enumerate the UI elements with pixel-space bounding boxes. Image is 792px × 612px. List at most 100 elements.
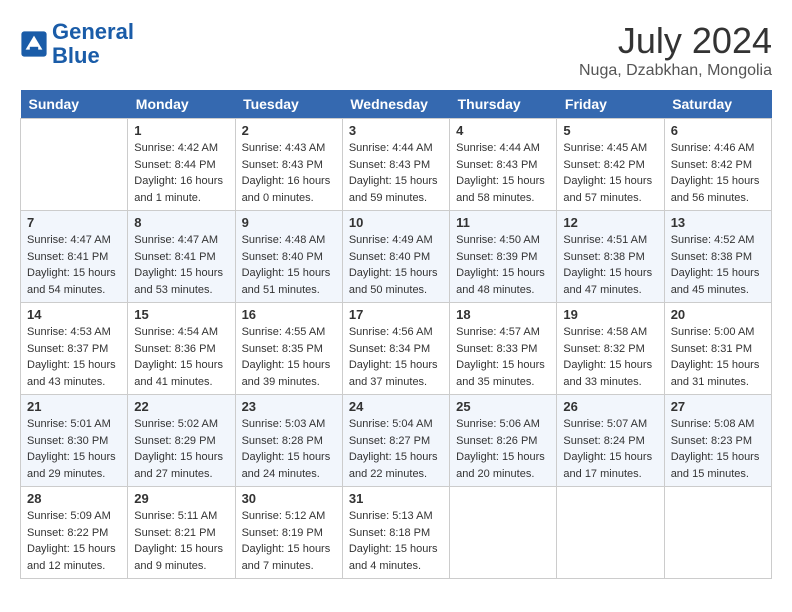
day-number: 3 [349, 123, 443, 138]
day-info: Sunrise: 5:02 AM Sunset: 8:29 PM Dayligh… [134, 416, 228, 482]
day-info: Sunrise: 5:04 AM Sunset: 8:27 PM Dayligh… [349, 416, 443, 482]
calendar-cell: 6 Sunrise: 4:46 AM Sunset: 8:42 PM Daylig… [664, 119, 771, 211]
day-info: Sunrise: 5:08 AM Sunset: 8:23 PM Dayligh… [671, 416, 765, 482]
calendar-cell: 16 Sunrise: 4:55 AM Sunset: 8:35 PM Dayli… [235, 303, 342, 395]
calendar-cell: 9Sunrise: 4:48 AM Sunset: 8:40 PM Daylig… [235, 211, 342, 303]
calendar-cell: 29 Sunrise: 5:11 AM Sunset: 8:21 PM Dayli… [128, 487, 235, 579]
day-number: 26 [563, 399, 657, 414]
day-number: 18 [456, 307, 550, 322]
day-info: Sunrise: 4:42 AM Sunset: 8:44 PM Dayligh… [134, 140, 228, 206]
day-number: 27 [671, 399, 765, 414]
day-number: 16 [242, 307, 336, 322]
day-info: Sunrise: 5:06 AM Sunset: 8:26 PM Dayligh… [456, 416, 550, 482]
day-info: Sunrise: 5:13 AM Sunset: 8:18 PM Dayligh… [349, 508, 443, 574]
day-number: 28 [27, 491, 121, 506]
calendar-header-row: SundayMondayTuesdayWednesdayThursdayFrid… [21, 90, 772, 119]
calendar-cell: 23Sunrise: 5:03 AM Sunset: 8:28 PM Dayli… [235, 395, 342, 487]
day-info: Sunrise: 4:47 AM Sunset: 8:41 PM Dayligh… [27, 232, 121, 298]
header-day-sunday: Sunday [21, 90, 128, 119]
day-number: 1 [134, 123, 228, 138]
day-number: 4 [456, 123, 550, 138]
calendar-cell: 15 Sunrise: 4:54 AM Sunset: 8:36 PM Dayli… [128, 303, 235, 395]
calendar-cell: 28 Sunrise: 5:09 AM Sunset: 8:22 PM Dayli… [21, 487, 128, 579]
calendar-cell [664, 487, 771, 579]
day-info: Sunrise: 4:43 AM Sunset: 8:43 PM Dayligh… [242, 140, 336, 206]
day-info: Sunrise: 4:44 AM Sunset: 8:43 PM Dayligh… [456, 140, 550, 206]
day-number: 14 [27, 307, 121, 322]
calendar-cell: 10 Sunrise: 4:49 AM Sunset: 8:40 PM Dayli… [342, 211, 449, 303]
day-number: 20 [671, 307, 765, 322]
calendar-cell: 18 Sunrise: 4:57 AM Sunset: 8:33 PM Dayli… [450, 303, 557, 395]
day-number: 2 [242, 123, 336, 138]
calendar-cell [557, 487, 664, 579]
calendar-cell: 5 Sunrise: 4:45 AM Sunset: 8:42 PM Daylig… [557, 119, 664, 211]
day-number: 31 [349, 491, 443, 506]
logo-text: General Blue [52, 20, 134, 68]
header-day-wednesday: Wednesday [342, 90, 449, 119]
day-info: Sunrise: 4:56 AM Sunset: 8:34 PM Dayligh… [349, 324, 443, 390]
calendar-cell: 19Sunrise: 4:58 AM Sunset: 8:32 PM Dayli… [557, 303, 664, 395]
day-info: Sunrise: 4:45 AM Sunset: 8:42 PM Dayligh… [563, 140, 657, 206]
day-number: 24 [349, 399, 443, 414]
day-info: Sunrise: 5:07 AM Sunset: 8:24 PM Dayligh… [563, 416, 657, 482]
calendar-cell: 26 Sunrise: 5:07 AM Sunset: 8:24 PM Dayli… [557, 395, 664, 487]
logo-line1: General [52, 19, 134, 44]
page-header: General Blue July 2024 Nuga, Dzabkhan, M… [20, 20, 772, 80]
day-info: Sunrise: 4:58 AM Sunset: 8:32 PM Dayligh… [563, 324, 657, 390]
calendar-cell: 21Sunrise: 5:01 AM Sunset: 8:30 PM Dayli… [21, 395, 128, 487]
day-number: 7 [27, 215, 121, 230]
day-number: 15 [134, 307, 228, 322]
day-number: 29 [134, 491, 228, 506]
week-row-5: 28 Sunrise: 5:09 AM Sunset: 8:22 PM Dayli… [21, 487, 772, 579]
day-info: Sunrise: 4:47 AM Sunset: 8:41 PM Dayligh… [134, 232, 228, 298]
calendar-cell [450, 487, 557, 579]
calendar-cell: 14 Sunrise: 4:53 AM Sunset: 8:37 PM Dayli… [21, 303, 128, 395]
day-info: Sunrise: 4:57 AM Sunset: 8:33 PM Dayligh… [456, 324, 550, 390]
day-info: Sunrise: 4:55 AM Sunset: 8:35 PM Dayligh… [242, 324, 336, 390]
day-number: 21 [27, 399, 121, 414]
calendar-cell: 25Sunrise: 5:06 AM Sunset: 8:26 PM Dayli… [450, 395, 557, 487]
day-info: Sunrise: 4:54 AM Sunset: 8:36 PM Dayligh… [134, 324, 228, 390]
day-number: 9 [242, 215, 336, 230]
calendar-cell: 1 Sunrise: 4:42 AM Sunset: 8:44 PM Daylig… [128, 119, 235, 211]
header-day-thursday: Thursday [450, 90, 557, 119]
day-info: Sunrise: 4:53 AM Sunset: 8:37 PM Dayligh… [27, 324, 121, 390]
location-title: Nuga, Dzabkhan, Mongolia [579, 62, 772, 80]
day-info: Sunrise: 4:46 AM Sunset: 8:42 PM Dayligh… [671, 140, 765, 206]
day-number: 23 [242, 399, 336, 414]
month-title: July 2024 [579, 20, 772, 62]
week-row-2: 7 Sunrise: 4:47 AM Sunset: 8:41 PM Daylig… [21, 211, 772, 303]
day-number: 10 [349, 215, 443, 230]
day-info: Sunrise: 4:52 AM Sunset: 8:38 PM Dayligh… [671, 232, 765, 298]
day-number: 22 [134, 399, 228, 414]
calendar-cell: 13 Sunrise: 4:52 AM Sunset: 8:38 PM Dayli… [664, 211, 771, 303]
header-day-friday: Friday [557, 90, 664, 119]
day-number: 13 [671, 215, 765, 230]
calendar-cell: 20 Sunrise: 5:00 AM Sunset: 8:31 PM Dayli… [664, 303, 771, 395]
day-info: Sunrise: 5:09 AM Sunset: 8:22 PM Dayligh… [27, 508, 121, 574]
header-day-monday: Monday [128, 90, 235, 119]
day-info: Sunrise: 5:00 AM Sunset: 8:31 PM Dayligh… [671, 324, 765, 390]
day-number: 30 [242, 491, 336, 506]
calendar-cell: 2 Sunrise: 4:43 AM Sunset: 8:43 PM Daylig… [235, 119, 342, 211]
header-day-saturday: Saturday [664, 90, 771, 119]
day-info: Sunrise: 5:12 AM Sunset: 8:19 PM Dayligh… [242, 508, 336, 574]
day-number: 5 [563, 123, 657, 138]
calendar-cell: 7 Sunrise: 4:47 AM Sunset: 8:41 PM Daylig… [21, 211, 128, 303]
calendar-cell: 11Sunrise: 4:50 AM Sunset: 8:39 PM Dayli… [450, 211, 557, 303]
day-number: 6 [671, 123, 765, 138]
week-row-3: 14 Sunrise: 4:53 AM Sunset: 8:37 PM Dayli… [21, 303, 772, 395]
calendar-table: SundayMondayTuesdayWednesdayThursdayFrid… [20, 90, 772, 579]
day-info: Sunrise: 4:51 AM Sunset: 8:38 PM Dayligh… [563, 232, 657, 298]
calendar-cell: 27 Sunrise: 5:08 AM Sunset: 8:23 PM Dayli… [664, 395, 771, 487]
day-info: Sunrise: 5:11 AM Sunset: 8:21 PM Dayligh… [134, 508, 228, 574]
week-row-4: 21Sunrise: 5:01 AM Sunset: 8:30 PM Dayli… [21, 395, 772, 487]
calendar-cell: 8Sunrise: 4:47 AM Sunset: 8:41 PM Daylig… [128, 211, 235, 303]
day-info: Sunrise: 4:44 AM Sunset: 8:43 PM Dayligh… [349, 140, 443, 206]
day-number: 12 [563, 215, 657, 230]
logo-line2: Blue [52, 43, 100, 68]
calendar-cell: 31 Sunrise: 5:13 AM Sunset: 8:18 PM Dayli… [342, 487, 449, 579]
logo-icon [20, 30, 48, 58]
calendar-cell: 22 Sunrise: 5:02 AM Sunset: 8:29 PM Dayli… [128, 395, 235, 487]
day-info: Sunrise: 4:49 AM Sunset: 8:40 PM Dayligh… [349, 232, 443, 298]
